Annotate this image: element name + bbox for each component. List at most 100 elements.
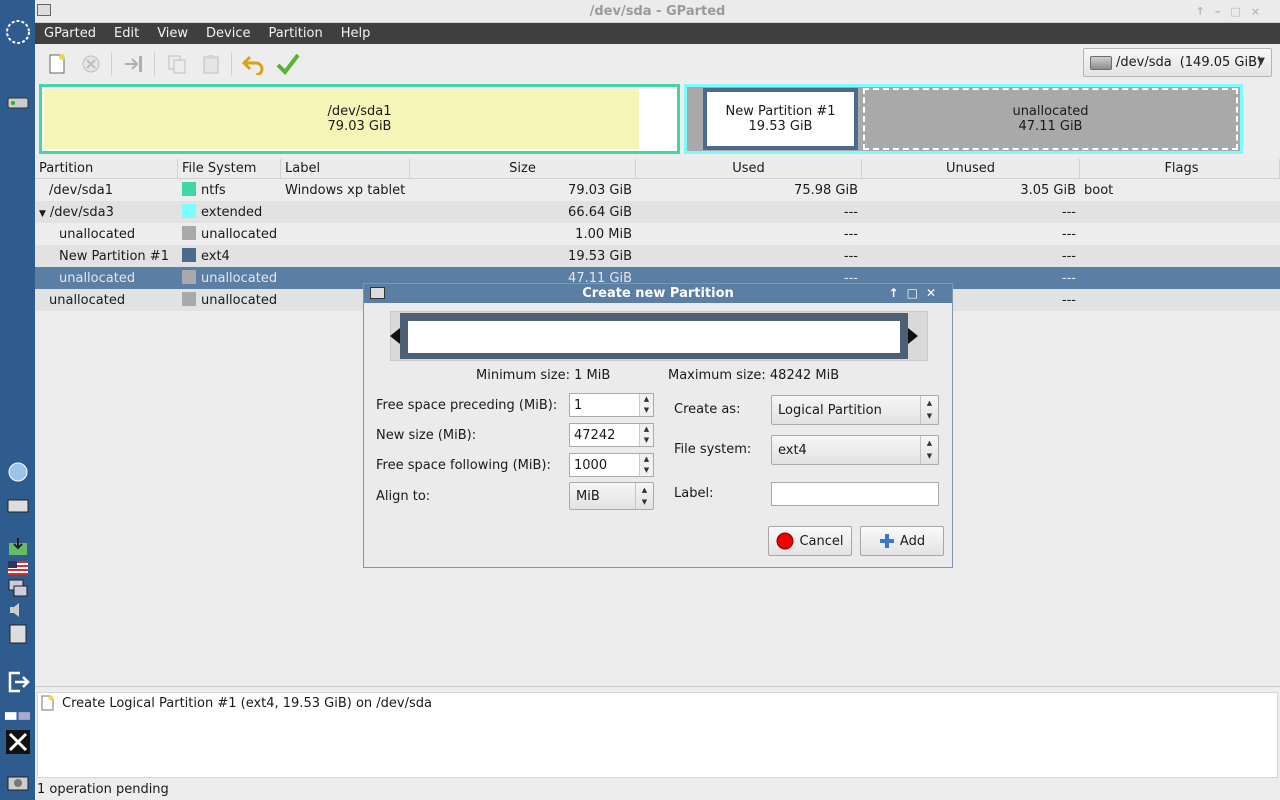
- menu-device[interactable]: Device: [197, 23, 259, 44]
- create-as-label: Create as:: [674, 402, 741, 417]
- dialog-title-bar[interactable]: Create new Partition ↑□✕: [364, 284, 952, 303]
- cell-fs: extended: [178, 204, 281, 220]
- desktop-panel: [0, 0, 35, 800]
- fs-color-swatch: [182, 182, 196, 196]
- disk-map-sda1[interactable]: /dev/sda1 79.03 GiB: [39, 84, 680, 154]
- operation-text: Create Logical Partition #1 (ext4, 19.53…: [62, 695, 432, 711]
- copy-icon: [168, 55, 186, 73]
- disk-map-unalloc-small[interactable]: [689, 89, 699, 149]
- disk-map-new-partition[interactable]: New Partition #1 19.53 GiB: [703, 88, 858, 150]
- header-used[interactable]: Used: [636, 158, 862, 179]
- partition-label-input[interactable]: [771, 482, 939, 506]
- partition-size-slider[interactable]: [390, 311, 928, 361]
- table-row[interactable]: New Partition #1 ext4 19.53 GiB --- ---: [35, 245, 1280, 267]
- right-handle-icon[interactable]: [908, 328, 918, 344]
- undo-button[interactable]: [242, 52, 266, 76]
- app-icon: [37, 4, 51, 16]
- copy-button[interactable]: [165, 52, 189, 76]
- table-row[interactable]: unallocated unallocated 1.00 MiB --- ---: [35, 223, 1280, 245]
- free-following-value: 1000: [574, 457, 608, 473]
- undo-icon: [242, 55, 264, 75]
- free-following-label: Free space following (MiB):: [376, 458, 551, 473]
- add-label: Add: [899, 533, 926, 549]
- slider-partition-area[interactable]: [408, 321, 900, 353]
- cell-unused: ---: [1061, 248, 1076, 264]
- logout-icon[interactable]: [4, 670, 31, 694]
- cancel-button[interactable]: Cancel: [768, 526, 852, 556]
- pending-operations-list: Create Logical Partition #1 (ext4, 19.53…: [37, 692, 1278, 778]
- menu-edit[interactable]: Edit: [105, 23, 148, 44]
- file-system-value: ext4: [778, 442, 807, 458]
- header-unused[interactable]: Unused: [862, 158, 1080, 179]
- left-handle-icon[interactable]: [390, 328, 400, 344]
- battery-icon[interactable]: [4, 622, 31, 646]
- header-flags[interactable]: Flags: [1080, 158, 1280, 179]
- fs-color-swatch: [182, 226, 196, 240]
- delete-partition-button[interactable]: [79, 52, 103, 76]
- add-button[interactable]: Add: [860, 526, 944, 556]
- fs-color-swatch: [182, 248, 196, 262]
- free-preceding-value: 1: [574, 397, 583, 413]
- menu-gparted[interactable]: GParted: [35, 23, 105, 44]
- volume-icon[interactable]: [4, 598, 31, 622]
- xorg-icon[interactable]: [4, 730, 31, 754]
- header-size[interactable]: Size: [410, 158, 636, 179]
- network-icon[interactable]: [4, 460, 31, 484]
- cell-fs: ext4: [178, 248, 281, 264]
- resize-move-button[interactable]: [122, 52, 146, 76]
- window-list-icon[interactable]: [4, 704, 31, 728]
- apply-check-icon: [276, 53, 300, 75]
- network-manager-icon[interactable]: [4, 576, 31, 600]
- fs-color-swatch: [182, 204, 196, 218]
- cell-partition: unallocated: [59, 270, 136, 286]
- disk-map-sda1-name: /dev/sda1: [327, 104, 392, 119]
- menu-view[interactable]: View: [148, 23, 197, 44]
- spinner-arrows-icon[interactable]: ▲ ▼: [639, 454, 653, 476]
- header-partition[interactable]: Partition: [35, 158, 178, 179]
- expander-icon[interactable]: ▼: [39, 209, 46, 219]
- device-selector[interactable]: /dev/sda (149.05 GiB) ▼: [1083, 48, 1272, 77]
- disk-map-unallocated-selected[interactable]: unallocated 47.11 GiB: [863, 88, 1238, 150]
- align-to-combo[interactable]: MiB ▲ ▼: [569, 482, 654, 510]
- spinner-arrows-icon[interactable]: ▲ ▼: [639, 424, 653, 446]
- drive-icon[interactable]: [4, 90, 31, 114]
- cell-partition: unallocated: [59, 226, 136, 242]
- display-icon[interactable]: [4, 495, 31, 519]
- paste-button[interactable]: [199, 52, 223, 76]
- clock-icon[interactable]: [4, 20, 31, 44]
- create-as-combo[interactable]: Logical Partition ▲ ▼: [771, 395, 939, 425]
- menu-partition[interactable]: Partition: [260, 23, 332, 44]
- dialog-window-controls[interactable]: ↑□✕: [889, 284, 944, 303]
- cell-unused: 3.05 GiB: [1020, 182, 1076, 198]
- window-controls[interactable]: ↑–□×: [1196, 0, 1270, 23]
- new-size-label: New size (MiB):: [376, 428, 477, 443]
- spinner-arrows-icon[interactable]: ▲ ▼: [639, 394, 653, 416]
- cell-partition: New Partition #1: [59, 248, 169, 264]
- header-file-system[interactable]: File System: [178, 158, 281, 179]
- maximum-size-label: Maximum size: 48242 MiB: [668, 368, 840, 383]
- status-bar: 1 operation pending: [37, 780, 1278, 800]
- free-preceding-spinner[interactable]: 1 ▲ ▼: [569, 393, 654, 417]
- file-system-combo[interactable]: ext4 ▲ ▼: [771, 435, 939, 465]
- delete-icon: [82, 55, 100, 72]
- disk-map: /dev/sda1 79.03 GiB New Partition #1 19.…: [39, 84, 1276, 154]
- menu-help[interactable]: Help: [332, 23, 380, 44]
- new-partition-button[interactable]: [45, 52, 69, 76]
- create-partition-dialog: Create new Partition ↑□✕ Minimum size: 1…: [363, 283, 953, 568]
- cell-size: 79.03 GiB: [568, 182, 632, 198]
- list-item[interactable]: Create Logical Partition #1 (ext4, 19.53…: [40, 695, 432, 711]
- combo-arrows-icon: ▲ ▼: [635, 483, 653, 509]
- table-row[interactable]: /dev/sda1 ntfs Windows xp tablet 79.03 G…: [35, 179, 1280, 201]
- apply-button[interactable]: [276, 52, 300, 76]
- table-row[interactable]: ▼/dev/sda3 extended 66.64 GiB --- ---: [35, 201, 1280, 223]
- plus-icon: [879, 534, 894, 548]
- screenshot-icon[interactable]: [4, 770, 31, 794]
- free-following-spinner[interactable]: 1000 ▲ ▼: [569, 453, 654, 477]
- new-icon: [49, 53, 65, 73]
- header-label[interactable]: Label: [281, 158, 410, 179]
- cancel-icon: [776, 532, 794, 550]
- new-size-spinner[interactable]: 47242 ▲ ▼: [569, 423, 654, 447]
- title-bar[interactable]: /dev/sda - GParted ↑–□×: [35, 0, 1280, 23]
- disk-map-unallocated-size: 47.11 GiB: [1018, 119, 1083, 134]
- cell-fs: ntfs: [178, 182, 281, 198]
